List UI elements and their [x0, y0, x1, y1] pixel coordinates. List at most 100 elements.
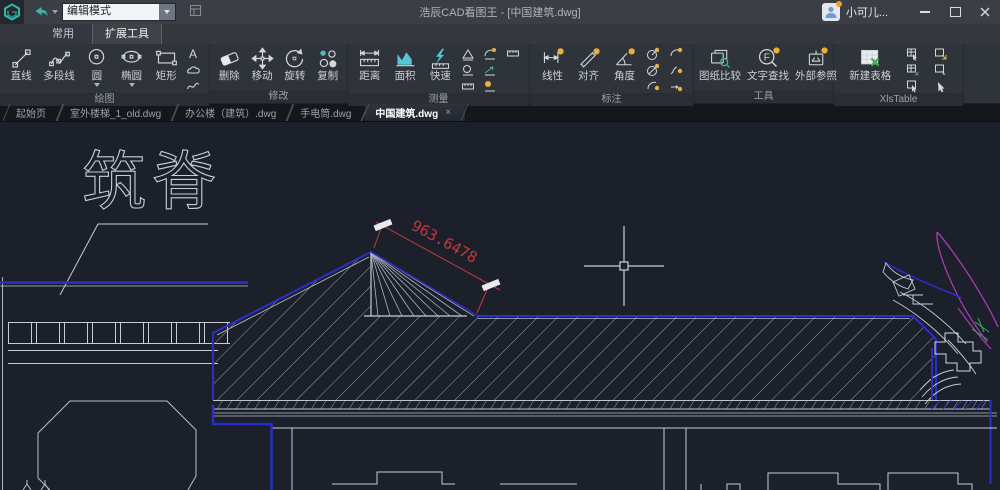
line-button[interactable]: 直线: [6, 45, 37, 93]
drawing-compare-icon: [708, 46, 733, 71]
ellipse-icon: [119, 46, 144, 71]
area-button[interactable]: 面积: [390, 45, 421, 93]
draw-small-buttons: A: [185, 45, 203, 93]
doc-tab-flashlight[interactable]: 手电筒.dwg: [290, 104, 365, 121]
dropdown-caret-icon[interactable]: [129, 83, 135, 87]
ellipse-button[interactable]: 椭圆: [116, 45, 147, 93]
table-edit-button[interactable]: [906, 47, 922, 61]
rotate-icon: [282, 46, 307, 71]
rotate-button[interactable]: 旋转: [279, 45, 310, 90]
mode-select-value: 编辑模式: [63, 4, 159, 20]
ribbon-group-measure: 距离 面积 快速 测量: [348, 44, 530, 103]
drawing-compare-button[interactable]: 图纸比较: [696, 45, 744, 90]
measure-small-col-1: [460, 45, 478, 93]
undo-dropdown-caret-icon[interactable]: [52, 10, 58, 14]
drawing-canvas[interactable]: 筑脊: [0, 122, 1000, 490]
measure-small-col-3: [505, 45, 523, 93]
doc-tab-start-page[interactable]: 起始页: [6, 104, 60, 121]
move-icon: [250, 46, 275, 71]
dimension-tick: [482, 279, 501, 291]
table-pick-button[interactable]: [934, 79, 950, 93]
roof-hatch: [213, 252, 936, 400]
move-button[interactable]: 移动: [247, 45, 278, 90]
ribbon-group-tools: 图纸比较 F 文字查找 外部参照 工具: [694, 44, 834, 103]
group-caption-modify: 修改: [210, 90, 347, 103]
measure-coordinate-button[interactable]: [483, 63, 499, 77]
table-add-button[interactable]: [906, 63, 922, 77]
new-table-button[interactable]: 新建表格: [846, 45, 894, 93]
ribbon: 直线 多段线 圆 椭圆 矩形 A: [0, 44, 1000, 104]
external-reference-button[interactable]: 外部参照: [792, 45, 840, 90]
group-caption-tools: 工具: [694, 90, 833, 103]
distance-button[interactable]: 距离: [354, 45, 385, 93]
text-find-button[interactable]: F 文字查找: [744, 45, 792, 90]
group-caption-dimension: 标注: [530, 93, 693, 106]
measure-arc-button[interactable]: [483, 47, 499, 61]
user-avatar[interactable]: [822, 3, 840, 21]
copy-icon: [315, 46, 340, 71]
dropdown-caret-icon[interactable]: [94, 83, 100, 87]
xls-small-col-1: [905, 45, 923, 93]
quick-measure-button[interactable]: 快速: [425, 45, 456, 93]
measure-angle-button[interactable]: [461, 47, 477, 61]
svg-text:F: F: [763, 52, 769, 63]
ridge-fan: [364, 252, 478, 316]
table-export-button[interactable]: [934, 47, 950, 61]
arc-dim-button[interactable]: [646, 79, 662, 93]
tab-common[interactable]: 常用: [42, 23, 84, 44]
ribbon-empty-space: [964, 44, 1000, 103]
jogged-dim-button[interactable]: [669, 63, 685, 77]
linear-dim-icon: [540, 46, 565, 71]
tab-close-icon[interactable]: ×: [445, 108, 451, 118]
spline-button[interactable]: [186, 79, 202, 93]
copy-button[interactable]: 复制: [312, 45, 343, 90]
rectangle-icon: [154, 46, 179, 71]
polyline-icon: [47, 46, 72, 71]
measure-sum-button[interactable]: [483, 79, 499, 93]
group-caption-xlstable: XlsTable: [834, 93, 963, 106]
measure-radius-button[interactable]: [461, 63, 477, 77]
text-button[interactable]: A: [186, 47, 202, 61]
radius-dim-button[interactable]: [646, 47, 662, 61]
revision-cloud-button[interactable]: [186, 63, 202, 77]
linear-dim-button[interactable]: 线性: [537, 45, 568, 93]
distance-icon: [357, 46, 382, 71]
erase-button[interactable]: 删除: [214, 45, 245, 90]
doc-tab-chinese-architecture[interactable]: 中国建筑.dwg ×: [365, 104, 465, 121]
rectangle-button[interactable]: 矩形: [151, 45, 182, 93]
cad-drawing[interactable]: 筑脊: [0, 122, 1000, 490]
left-datum-lines: [0, 277, 248, 490]
xls-small-col-2: [933, 45, 951, 93]
measure-scale-button[interactable]: [461, 79, 477, 93]
mode-select[interactable]: 编辑模式: [62, 3, 176, 21]
polyline-button[interactable]: 多段线: [40, 45, 78, 93]
leader-line: [60, 224, 208, 295]
aligned-dim-button[interactable]: 对齐: [573, 45, 604, 93]
circle-button[interactable]: 圆: [81, 45, 112, 93]
minimize-button[interactable]: [910, 0, 940, 24]
line-icon: [9, 46, 34, 71]
arc-length-dim-button[interactable]: [669, 47, 685, 61]
measure-list-button[interactable]: [506, 47, 522, 61]
toolbar-options-icon[interactable]: [190, 5, 201, 19]
doc-tab-outdoor-stairs[interactable]: 室外楼梯_1_old.dwg: [60, 104, 175, 121]
ordinate-dim-button[interactable]: [669, 79, 685, 93]
title-bar: 编辑模式 浩辰CAD看图王 - [中国建筑.dwg] 小可儿...: [0, 0, 1000, 24]
maximize-button[interactable]: [940, 0, 970, 24]
table-select-button[interactable]: [906, 79, 922, 93]
diameter-dim-button[interactable]: [646, 63, 662, 77]
new-table-icon: [858, 46, 883, 71]
aligned-dim-icon: [576, 46, 601, 71]
app-logo-icon[interactable]: [0, 0, 24, 24]
table-update-button[interactable]: [934, 63, 950, 77]
measure-small-col-2: [482, 45, 500, 93]
tab-extended-tools[interactable]: 扩展工具: [92, 23, 162, 44]
undo-icon[interactable]: [34, 6, 48, 19]
angle-dim-button[interactable]: 角度: [609, 45, 640, 93]
octagon-outline: [23, 401, 196, 490]
close-button[interactable]: [970, 0, 1000, 24]
mode-select-dropdown[interactable]: [159, 4, 175, 20]
quick-access-toolbar: 编辑模式: [34, 3, 201, 21]
username-label[interactable]: 小可儿...: [846, 4, 888, 20]
doc-tab-office-building[interactable]: 办公楼（建筑）.dwg: [175, 104, 290, 121]
